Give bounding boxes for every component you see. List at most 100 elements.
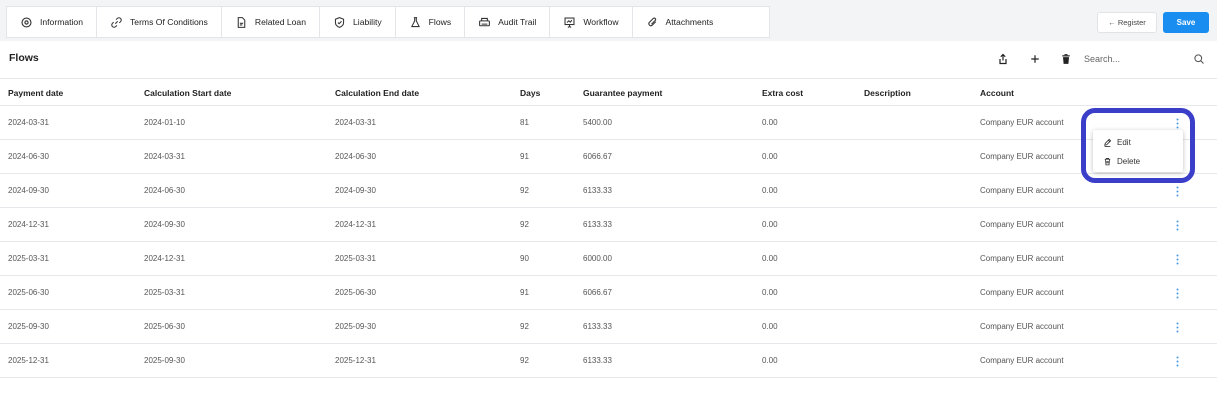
menu-item-label: Delete <box>1117 156 1141 166</box>
cell-end-date: 2024-12-31 <box>335 220 376 229</box>
cell-guarantee-payment: 6066.67 <box>583 152 612 161</box>
document-icon <box>237 16 246 28</box>
cell-start-date: 2024-06-30 <box>144 186 185 195</box>
tab-label: Liability <box>353 17 382 27</box>
cell-end-date: 2025-03-31 <box>335 254 376 263</box>
cell-days: 92 <box>520 220 529 229</box>
cell-days: 91 <box>520 288 529 297</box>
menu-item-edit[interactable]: Edit <box>1103 134 1131 150</box>
edit-icon <box>1104 138 1112 147</box>
tab-liability[interactable]: Liability <box>320 7 396 37</box>
tab-flows[interactable]: Flows <box>396 7 466 37</box>
column-header-calculation-start-date[interactable]: Calculation Start date <box>144 88 231 98</box>
tab-attachments[interactable]: Attachments <box>633 7 769 37</box>
tab-label: Terms Of Conditions <box>130 17 208 27</box>
column-header-days[interactable]: Days <box>520 88 540 98</box>
tab-bar: Information Terms Of Conditions Related … <box>0 0 1217 41</box>
register-button[interactable]: ← Register <box>1097 12 1157 33</box>
cell-extra-cost: 0.00 <box>762 288 778 297</box>
row-actions-kebab-icon[interactable] <box>1172 251 1182 267</box>
cell-start-date: 2024-12-31 <box>144 254 185 263</box>
column-header-calculation-end-date[interactable]: Calculation End date <box>335 88 419 98</box>
row-actions-kebab-icon[interactable] <box>1172 319 1182 335</box>
cell-extra-cost: 0.00 <box>762 356 778 365</box>
column-header-account[interactable]: Account <box>980 88 1014 98</box>
cell-guarantee-payment: 6133.33 <box>583 322 612 331</box>
tab-workflow[interactable]: Workflow <box>550 7 633 37</box>
cell-payment-date: 2024-03-31 <box>8 118 49 127</box>
cell-guarantee-payment: 6000.00 <box>583 254 612 263</box>
column-header-extra-cost[interactable]: Extra cost <box>762 88 803 98</box>
table-row[interactable]: 2024-03-31 2024-01-10 2024-03-31 81 5400… <box>0 106 1217 140</box>
plus-icon[interactable] <box>1028 52 1042 66</box>
cell-start-date: 2025-06-30 <box>144 322 185 331</box>
cell-account: Company EUR account <box>980 118 1064 127</box>
cell-payment-date: 2024-06-30 <box>8 152 49 161</box>
table-row[interactable]: 2025-09-30 2025-06-30 2025-09-30 92 6133… <box>0 310 1217 344</box>
cell-guarantee-payment: 6133.33 <box>583 356 612 365</box>
cell-days: 81 <box>520 118 529 127</box>
cell-account: Company EUR account <box>980 186 1064 195</box>
cell-extra-cost: 0.00 <box>762 254 778 263</box>
row-actions-kebab-icon[interactable] <box>1172 183 1182 199</box>
search-icon[interactable] <box>1192 52 1206 66</box>
cell-account: Company EUR account <box>980 220 1064 229</box>
cell-days: 92 <box>520 322 529 331</box>
cell-end-date: 2025-12-31 <box>335 356 376 365</box>
tab-label: Related Loan <box>254 17 306 27</box>
cell-end-date: 2024-06-30 <box>335 152 376 161</box>
cell-end-date: 2025-09-30 <box>335 322 376 331</box>
trash-icon <box>1104 157 1111 165</box>
cell-days: 92 <box>520 356 529 365</box>
column-header-description[interactable]: Description <box>864 88 911 98</box>
cell-account: Company EUR account <box>980 152 1064 161</box>
tab-information[interactable]: Information <box>7 7 97 37</box>
cell-payment-date: 2025-03-31 <box>8 254 49 263</box>
save-button[interactable]: Save <box>1163 12 1209 33</box>
table-row[interactable]: 2025-12-31 2025-09-30 2025-12-31 92 6133… <box>0 344 1217 378</box>
table-row[interactable]: 2024-06-30 2024-03-31 2024-06-30 91 6066… <box>0 140 1217 174</box>
table-row[interactable]: 2024-09-30 2024-06-30 2024-09-30 92 6133… <box>0 174 1217 208</box>
tab-related-loan[interactable]: Related Loan <box>222 7 320 37</box>
table-row[interactable]: 2025-03-31 2024-12-31 2025-03-31 90 6000… <box>0 242 1217 276</box>
cell-start-date: 2024-01-10 <box>144 118 185 127</box>
paperclip-icon <box>647 17 656 26</box>
cell-start-date: 2025-03-31 <box>144 288 185 297</box>
cell-extra-cost: 0.00 <box>762 118 778 127</box>
column-header-payment-date[interactable]: Payment date <box>8 88 63 98</box>
trash-icon[interactable] <box>1059 52 1073 66</box>
link-icon <box>111 16 122 28</box>
cell-payment-date: 2024-09-30 <box>8 186 49 195</box>
column-header-guarantee-payment[interactable]: Guarantee payment <box>583 88 662 98</box>
cell-days: 90 <box>520 254 529 263</box>
cell-end-date: 2024-09-30 <box>335 186 376 195</box>
printer-icon <box>479 17 491 26</box>
row-actions-kebab-icon[interactable] <box>1172 353 1182 369</box>
tab-label: Audit Trail <box>498 17 537 27</box>
tab-label: Flows <box>428 17 452 27</box>
row-actions-kebab-icon[interactable] <box>1172 285 1182 301</box>
cell-guarantee-payment: 5400.00 <box>583 118 612 127</box>
cell-extra-cost: 0.00 <box>762 186 778 195</box>
share-icon[interactable] <box>996 52 1010 66</box>
tab-terms-of-conditions[interactable]: Terms Of Conditions <box>97 7 222 37</box>
table-row[interactable]: 2024-12-31 2024-09-30 2024-12-31 92 6133… <box>0 208 1217 242</box>
cell-days: 91 <box>520 152 529 161</box>
cell-guarantee-payment: 6066.67 <box>583 288 612 297</box>
tab-label: Workflow <box>583 17 619 27</box>
cell-start-date: 2025-09-30 <box>144 356 185 365</box>
search-input[interactable] <box>1084 50 1184 68</box>
tab-audit-trail[interactable]: Audit Trail <box>465 7 551 37</box>
menu-item-label: Edit <box>1117 137 1131 147</box>
table-row[interactable]: 2025-06-30 2025-03-31 2025-06-30 91 6066… <box>0 276 1217 310</box>
row-actions-kebab-icon[interactable] <box>1172 217 1182 233</box>
cell-extra-cost: 0.00 <box>762 220 778 229</box>
menu-item-delete[interactable]: Delete <box>1103 153 1140 169</box>
tab-label: Information <box>40 17 83 27</box>
cell-account: Company EUR account <box>980 356 1064 365</box>
cell-days: 92 <box>520 186 529 195</box>
cell-guarantee-payment: 6133.33 <box>583 220 612 229</box>
cell-account: Company EUR account <box>980 254 1064 263</box>
section-title: Flows <box>9 52 39 64</box>
tabs: Information Terms Of Conditions Related … <box>6 6 770 38</box>
